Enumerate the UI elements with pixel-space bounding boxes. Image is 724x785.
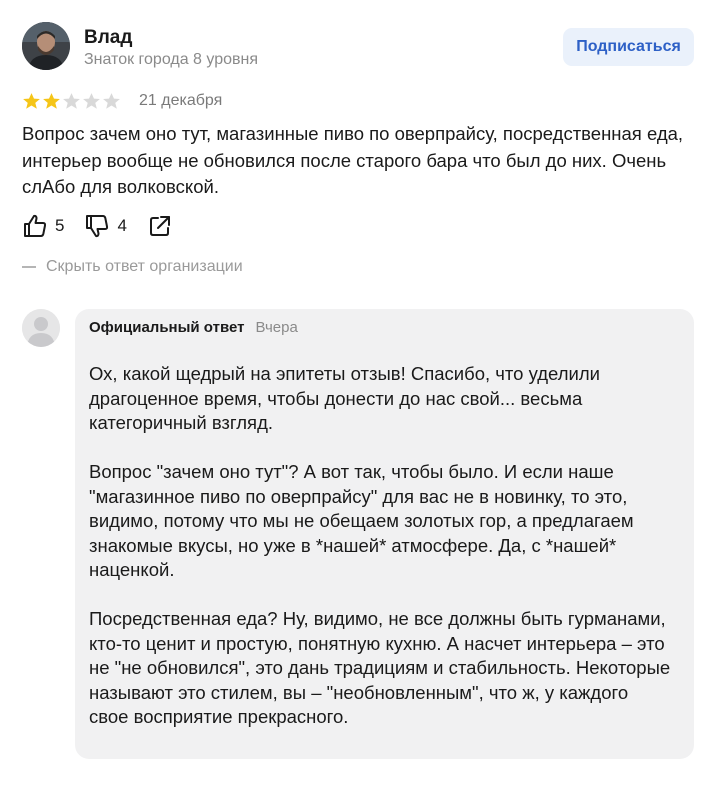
organization-avatar: [22, 309, 60, 347]
review-text: Вопрос зачем оно тут, магазинные пиво по…: [22, 123, 684, 197]
star-empty-icon: [83, 92, 100, 109]
star-filled-icon: [23, 92, 40, 109]
star-empty-icon: [103, 92, 120, 109]
dislike-button[interactable]: 4: [84, 213, 127, 239]
author-avatar[interactable]: [22, 22, 70, 70]
share-button[interactable]: [147, 213, 173, 239]
thumbs-down-icon: [86, 215, 109, 238]
rating-stars: [22, 92, 122, 111]
reply-paragraph: Вопрос "зачем оно тут"? А вот так, чтобы…: [89, 461, 634, 580]
rating-row: 21 декабря: [22, 90, 222, 112]
author-name[interactable]: Влад: [84, 27, 132, 49]
review-actions: 5 4: [22, 212, 193, 240]
like-count: 5: [55, 216, 65, 235]
reply-title: Официальный ответ: [89, 319, 245, 336]
reply-paragraph: Посредственная еда? Ну, видимо, не все д…: [89, 608, 671, 727]
reply-paragraph: Ох, какой щедрый на эпитеты отзыв! Спаси…: [89, 363, 600, 433]
dislike-count: 4: [117, 216, 127, 235]
default-user-icon: [22, 309, 60, 347]
star-empty-icon: [63, 92, 80, 109]
reply-date: Вчера: [255, 319, 298, 336]
dash-icon: [22, 266, 36, 268]
subscribe-button[interactable]: Подписаться: [563, 28, 694, 66]
thumbs-up-icon: [24, 214, 47, 237]
star-filled-icon: [43, 92, 60, 109]
share-icon: [149, 216, 170, 236]
hide-reply-label: Скрыть ответ организации: [46, 258, 243, 275]
user-photo-icon: [22, 22, 70, 70]
review-date: 21 декабря: [139, 92, 223, 109]
like-button[interactable]: 5: [22, 213, 64, 239]
organization-reply: Официальный ответ Вчера Ох, какой щедрый…: [75, 309, 694, 759]
review-header: Влад Знаток города 8 уровня Подписаться: [22, 22, 702, 74]
hide-reply-link[interactable]: Скрыть ответ организации: [22, 258, 243, 276]
reply-body: Ох, какой щедрый на эпитеты отзыв! Спаси…: [89, 362, 671, 730]
author-level: Знаток города 8 уровня: [84, 51, 259, 68]
reply-header: Официальный ответ Вчера: [89, 319, 298, 336]
